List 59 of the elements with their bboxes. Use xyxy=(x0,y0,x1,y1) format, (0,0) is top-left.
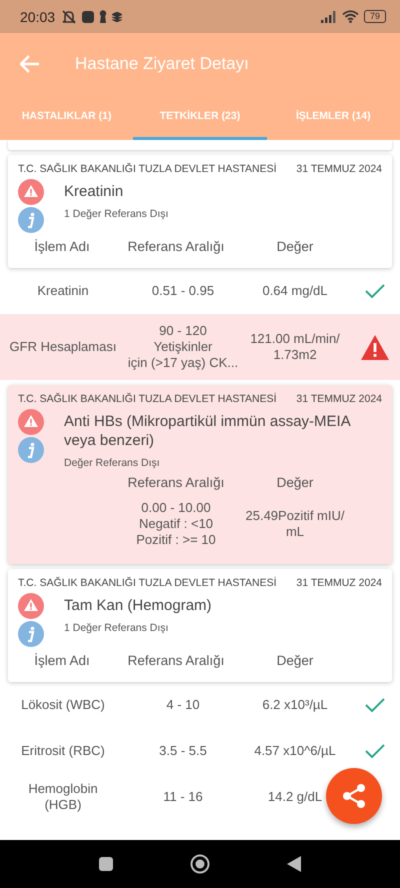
home-icon[interactable] xyxy=(190,854,210,874)
test-title: Tam Kan (Hemogram) xyxy=(64,596,212,615)
warning-icon xyxy=(18,409,44,435)
table-cell-text: 90 - 120 Yetişkinler için (>17 yaş) CK... xyxy=(126,323,240,371)
out-of-range-note: 1 Değer Referans Dışı xyxy=(64,622,170,634)
out-of-range-note: 1 Değer Referans Dışı xyxy=(64,208,168,220)
column-header: Referans Aralığı xyxy=(126,239,226,254)
table-cell-text: 0.64 mg/dL xyxy=(261,283,329,299)
table-cell-text: 0.00 - 10.00 Negatif : <10 Pozitif : >= 10 xyxy=(135,500,217,548)
visit-date: 31 TEMMUZ 2024 xyxy=(296,163,382,175)
tab[interactable]: İŞLEMLER (14) xyxy=(266,95,400,140)
column-header: Değer xyxy=(276,653,314,668)
share-button[interactable] xyxy=(326,768,382,824)
table-cell-text: 25.49Pozitif mIU/ mL xyxy=(244,508,346,540)
out-of-range-note: Değer Referans Dışı xyxy=(64,457,161,469)
clock: 20:03 xyxy=(20,8,56,24)
screen-title: Hastane Ziyaret Detayı xyxy=(75,54,249,74)
muted-bell-icon xyxy=(61,10,78,24)
column-header: Değer xyxy=(276,475,314,490)
column-header: Referans Aralığı xyxy=(126,653,226,668)
column-header: Referans Aralığı xyxy=(126,475,226,490)
table-cell-text: 4 - 10 xyxy=(165,697,201,713)
info-icon xyxy=(18,207,44,233)
keyhole-icon xyxy=(99,10,108,23)
column-header: Değer xyxy=(276,239,314,254)
table-cell-text: GFR Hesaplaması xyxy=(8,339,118,355)
hospital-name: T.C. SAĞLIK BAKANLIĞI TUZLA DEVLET HASTANESİ xyxy=(18,577,277,589)
table-cell-text: 6.2 x10³/µL xyxy=(261,697,329,713)
table-cell-text: 4.57 x10^6/µL xyxy=(253,743,337,759)
visit-date: 31 TEMMUZ 2024 xyxy=(296,393,382,405)
back-icon[interactable] xyxy=(287,856,302,872)
app-square-icon xyxy=(82,10,94,22)
table-cell-text: 121.00 mL/min/ 1.73m2 xyxy=(249,331,341,363)
share-icon xyxy=(341,783,367,809)
layers-icon xyxy=(112,12,122,22)
hospital-name: T.C. SAĞLIK BAKANLIĞI TUZLA DEVLET HASTANESİ xyxy=(18,393,277,405)
column-header: İşlem Adı xyxy=(33,239,91,254)
warning-icon xyxy=(18,179,44,205)
visit-date: 31 TEMMUZ 2024 xyxy=(296,577,382,589)
test-title: Anti HBs (Mikropartikül immün assay-MEIA veya benzeri) xyxy=(64,412,352,450)
hospital-name: T.C. SAĞLIK BAKANLIĞI TUZLA DEVLET HASTANESİ xyxy=(18,163,277,175)
tab[interactable]: HASTALIKLAR (1) xyxy=(0,95,134,140)
info-icon xyxy=(18,621,44,647)
wifi-icon xyxy=(342,10,359,23)
table-cell-text: Kreatinin xyxy=(36,283,90,299)
table-cell-text: Lökosit (WBC) xyxy=(20,697,106,713)
table-cell-text: Eritrosit (RBC) xyxy=(20,743,106,759)
column-header: İşlem Adı xyxy=(33,653,91,668)
table-cell-text: 11 - 16 xyxy=(162,789,204,805)
warning-icon xyxy=(18,593,44,619)
table-cell-text: Hemoglobin (HGB) xyxy=(27,781,99,813)
info-icon xyxy=(18,437,44,463)
test-title: Kreatinin xyxy=(64,182,124,201)
recents-icon[interactable] xyxy=(98,857,113,871)
table-cell-text: 3.5 - 5.5 xyxy=(158,743,208,759)
table-cell-text: 14.2 g/dL xyxy=(266,789,324,805)
table-cell-text: 0.51 - 0.95 xyxy=(150,283,216,299)
battery-indicator: 79 xyxy=(364,10,386,23)
signal-icon xyxy=(320,10,337,22)
